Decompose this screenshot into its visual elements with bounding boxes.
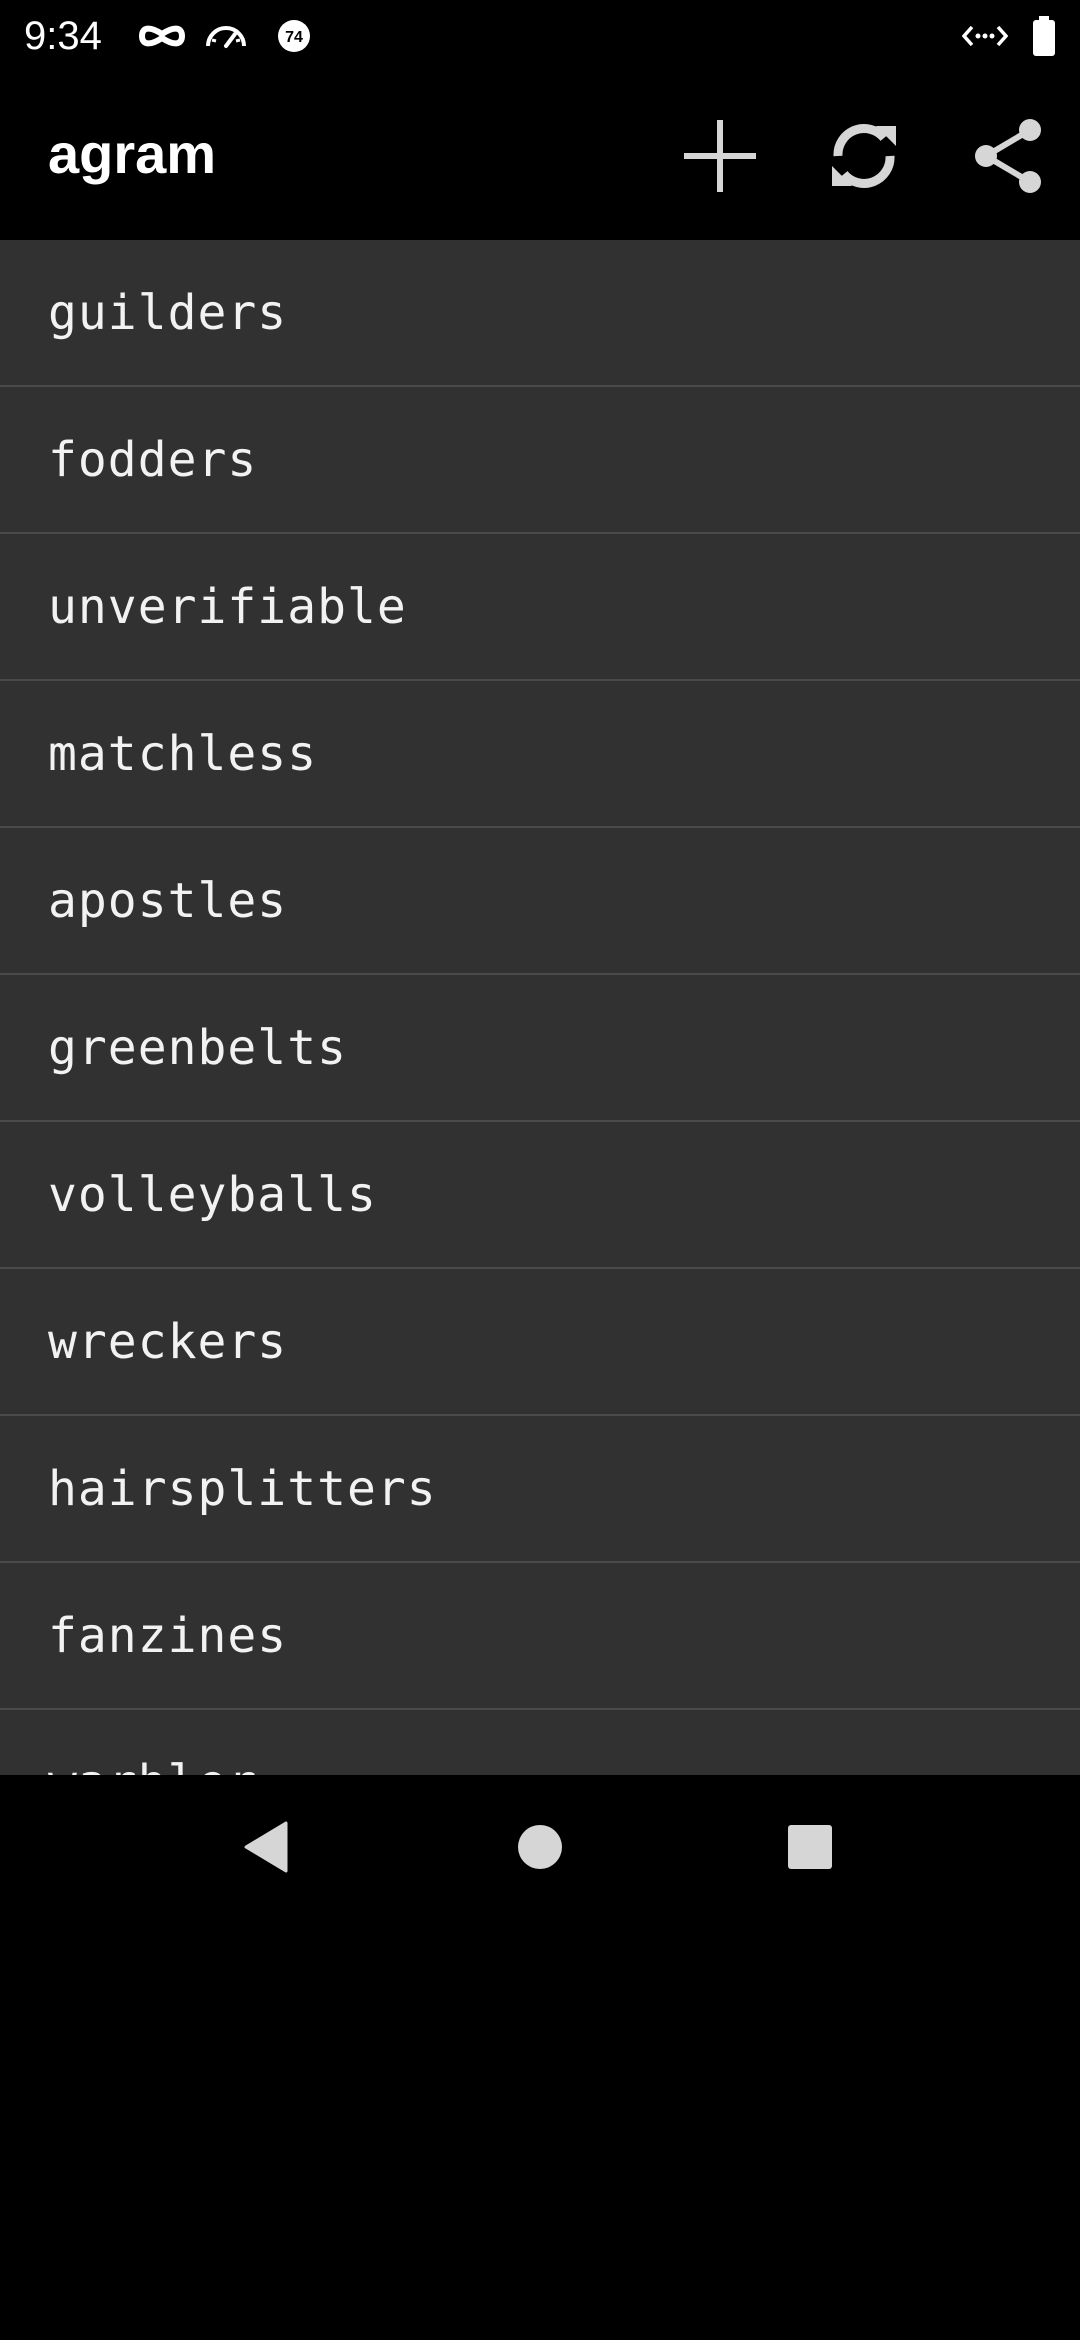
word-label: unverifiable (48, 578, 407, 635)
list-item[interactable]: wreckers (0, 1269, 1080, 1416)
add-button[interactable] (672, 108, 768, 204)
word-list[interactable]: guilders fodders unverifiable matchless … (0, 240, 1080, 1775)
navigation-bar (0, 1775, 1080, 1920)
app-bar: agram (0, 72, 1080, 240)
list-item[interactable]: guilders (0, 240, 1080, 387)
word-label: hairsplitters (48, 1460, 437, 1517)
list-item[interactable]: volleyballs (0, 1122, 1080, 1269)
battery-icon (1033, 16, 1055, 56)
back-icon (244, 1821, 288, 1873)
list-item[interactable]: fodders (0, 387, 1080, 534)
word-label: fodders (48, 431, 258, 488)
list-item[interactable]: hairsplitters (0, 1416, 1080, 1563)
word-label: greenbelts (48, 1019, 347, 1076)
share-button[interactable] (960, 108, 1056, 204)
word-label: wreckers (48, 1313, 288, 1370)
app-title: agram (48, 122, 217, 185)
incognito-icon (138, 25, 186, 47)
word-label: guilders (48, 284, 288, 341)
word-label: fanzines (48, 1607, 288, 1664)
list-item[interactable]: warbler (0, 1710, 1080, 1775)
badge-74-icon: 74 (278, 20, 310, 52)
badge-number: 74 (285, 29, 303, 46)
status-bar: 9:34 74 (0, 0, 1080, 72)
home-icon (518, 1825, 562, 1869)
list-item[interactable]: greenbelts (0, 975, 1080, 1122)
share-icon (975, 119, 1041, 193)
add-icon (684, 120, 756, 192)
list-item[interactable]: apostles (0, 828, 1080, 975)
list-item[interactable]: unverifiable (0, 534, 1080, 681)
word-label: volleyballs (48, 1166, 377, 1223)
recents-icon (788, 1825, 832, 1869)
list-item[interactable]: matchless (0, 681, 1080, 828)
recents-button[interactable] (762, 1799, 858, 1895)
screen: 9:34 74 agram guilders fodders unverifia… (0, 0, 1080, 2340)
word-label: warbler (48, 1755, 257, 1776)
speedometer-icon (206, 26, 246, 48)
back-button[interactable] (220, 1799, 316, 1895)
refresh-button[interactable] (816, 108, 912, 204)
home-button[interactable] (492, 1799, 588, 1895)
word-label: apostles (48, 872, 288, 929)
refresh-icon (832, 124, 896, 188)
data-transfer-icon (962, 25, 1008, 47)
list-item[interactable]: fanzines (0, 1563, 1080, 1710)
status-time: 9:34 (24, 14, 102, 58)
word-label: matchless (48, 725, 318, 782)
